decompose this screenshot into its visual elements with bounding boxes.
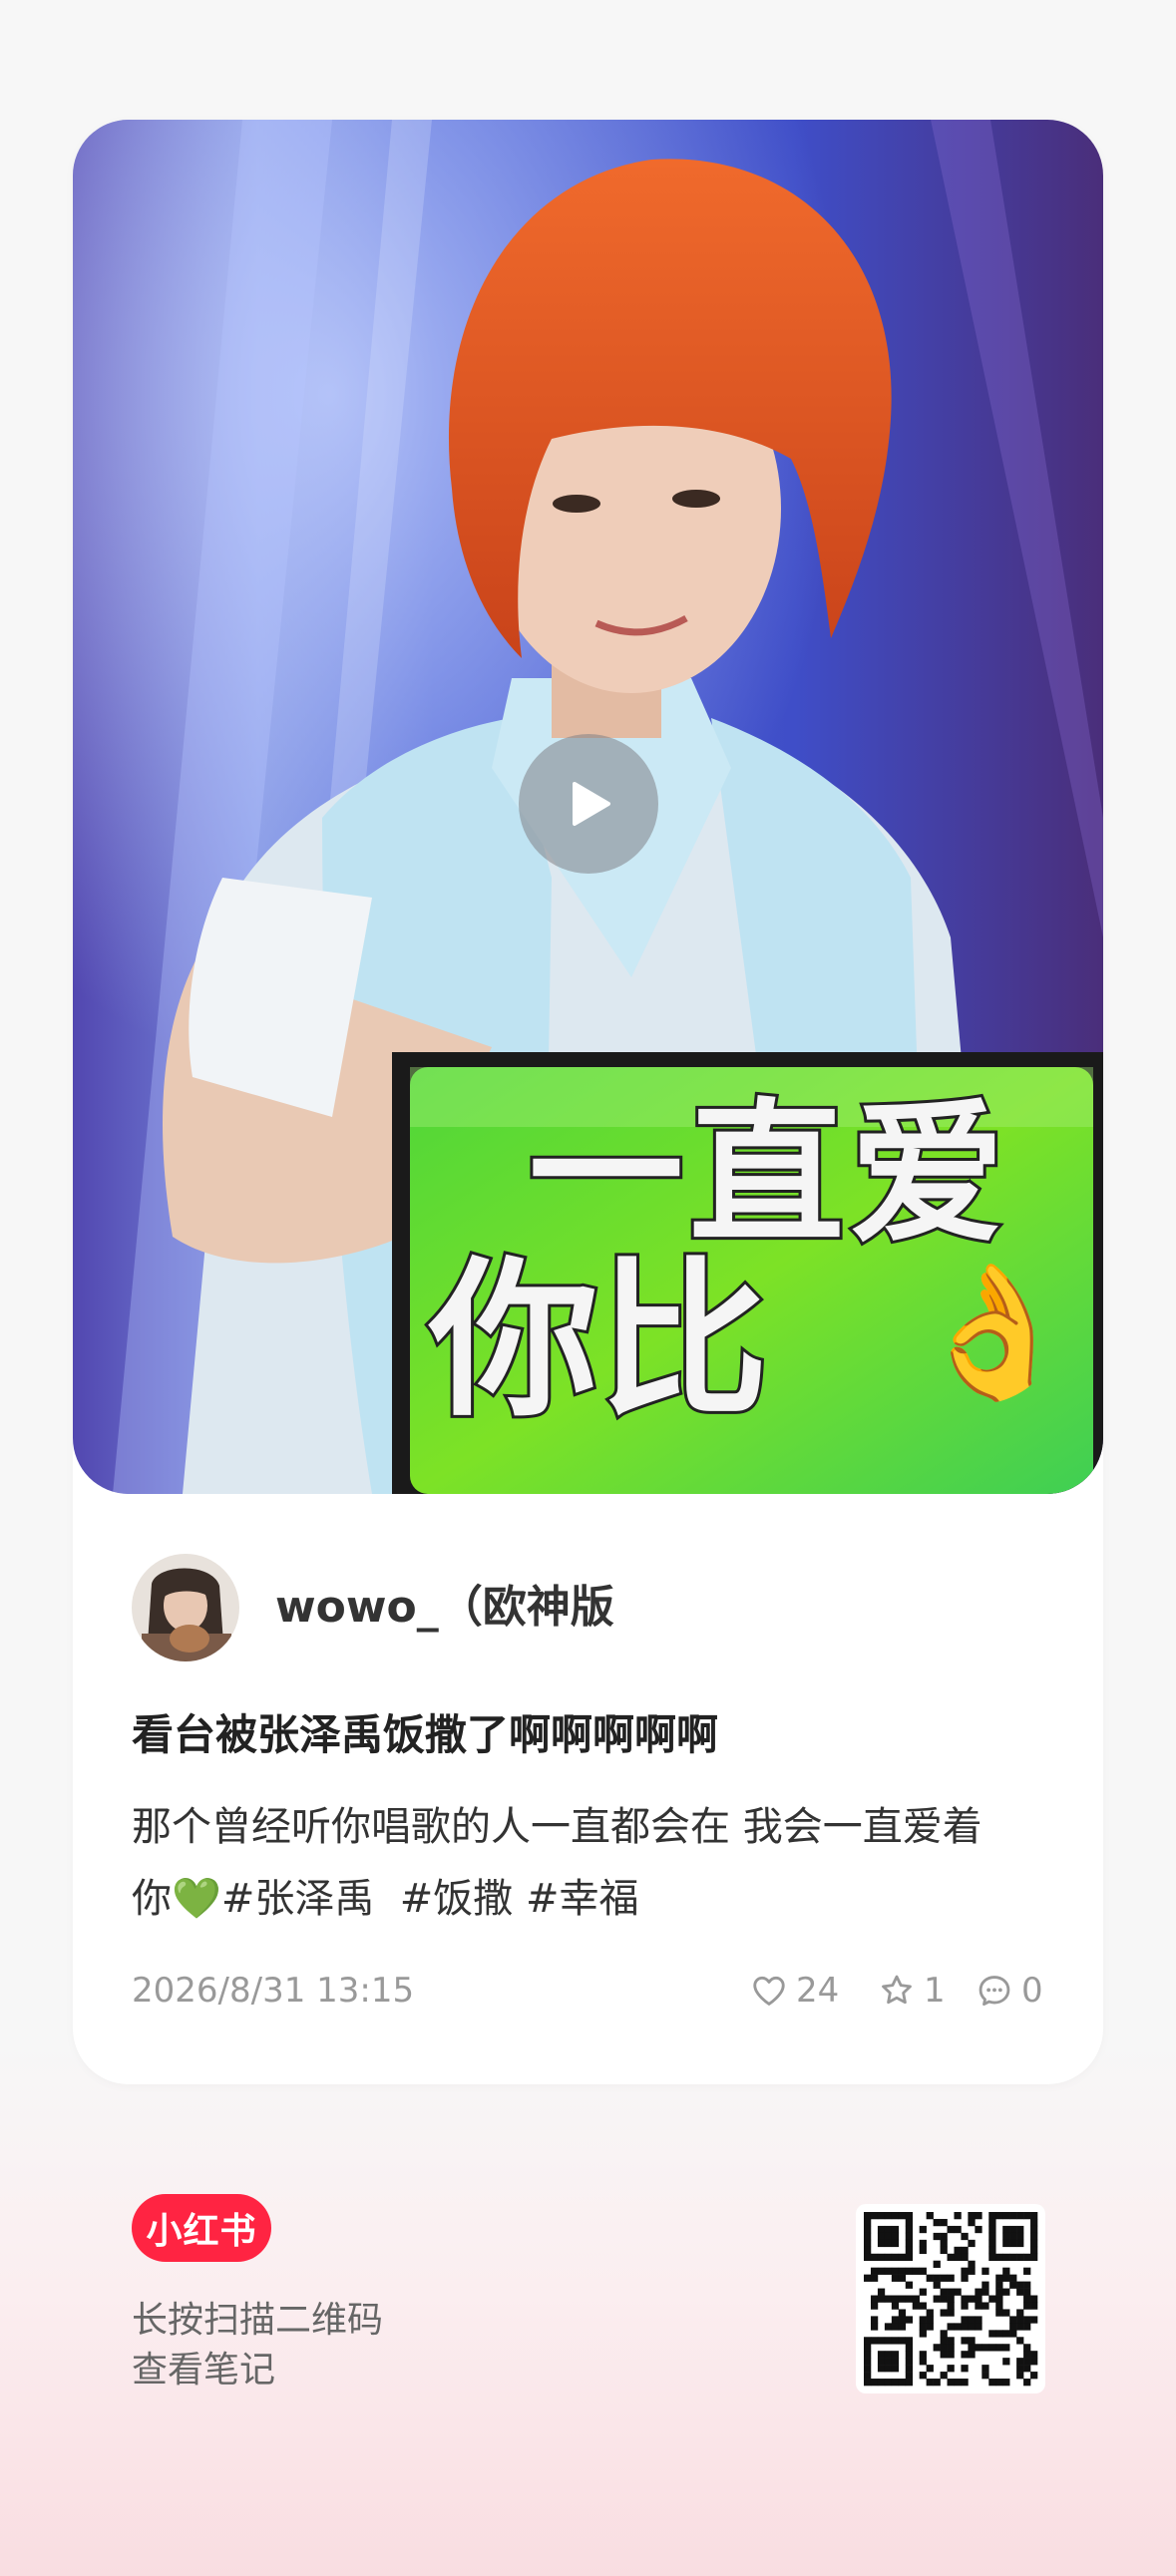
hashtag[interactable]: #张泽禹 <box>221 1876 375 1922</box>
avatar[interactable] <box>132 1554 239 1661</box>
qr-code-image <box>864 2212 1038 2387</box>
note-body-prefix: 你 <box>132 1876 172 1922</box>
scan-hint-line-1: 长按扫描二维码 <box>132 2300 384 2341</box>
xiaohongshu-logo: 小红书 <box>132 2194 271 2262</box>
like-stat[interactable]: 24 <box>750 1967 839 2015</box>
play-button[interactable] <box>519 734 658 874</box>
collect-count: 1 <box>924 1971 946 2011</box>
video-cover[interactable]: 一直爱 你比 👌 <box>73 120 1103 1494</box>
hashtag[interactable]: #饭撒 <box>400 1876 514 1922</box>
sign-line-2: 你比 <box>426 1243 771 1440</box>
comment-count: 0 <box>1021 1971 1043 2011</box>
note-body-line-1: 那个曾经听你唱歌的人一直都会在 我会一直爱着 <box>132 1804 982 1850</box>
comment-stat[interactable]: 0 <box>976 1967 1043 2015</box>
comment-icon <box>979 1976 1010 2007</box>
note-date: 2026/8/31 13:15 <box>132 1971 415 2011</box>
hashtag[interactable]: #幸福 <box>526 1876 639 1922</box>
ok-hand-emoji: 👌 <box>913 1256 1074 1407</box>
sign-line-1: 一直爱 <box>526 1084 1010 1265</box>
note-body: 那个曾经听你唱歌的人一直都会在 我会一直爱着 你💚#张泽禹 #饭撒 #幸福 <box>132 1791 1059 1935</box>
collect-stat[interactable]: 1 <box>878 1967 946 2015</box>
author-name[interactable]: wowo_（欧神版 <box>275 1578 614 1638</box>
play-icon <box>573 782 610 826</box>
qr-code[interactable] <box>856 2204 1045 2393</box>
like-count: 24 <box>796 1971 840 2011</box>
scan-hint-line-2: 查看笔记 <box>132 2350 276 2391</box>
star-icon <box>882 1975 912 2005</box>
heart-icon <box>753 1976 785 2006</box>
note-body-line-2: 你💚#张泽禹 #饭撒 #幸福 <box>132 1863 1059 1935</box>
note-title: 看台被张泽禹饭撒了啊啊啊啊啊 <box>132 1710 719 1759</box>
green-heart-emoji: 💚 <box>172 1876 221 1922</box>
